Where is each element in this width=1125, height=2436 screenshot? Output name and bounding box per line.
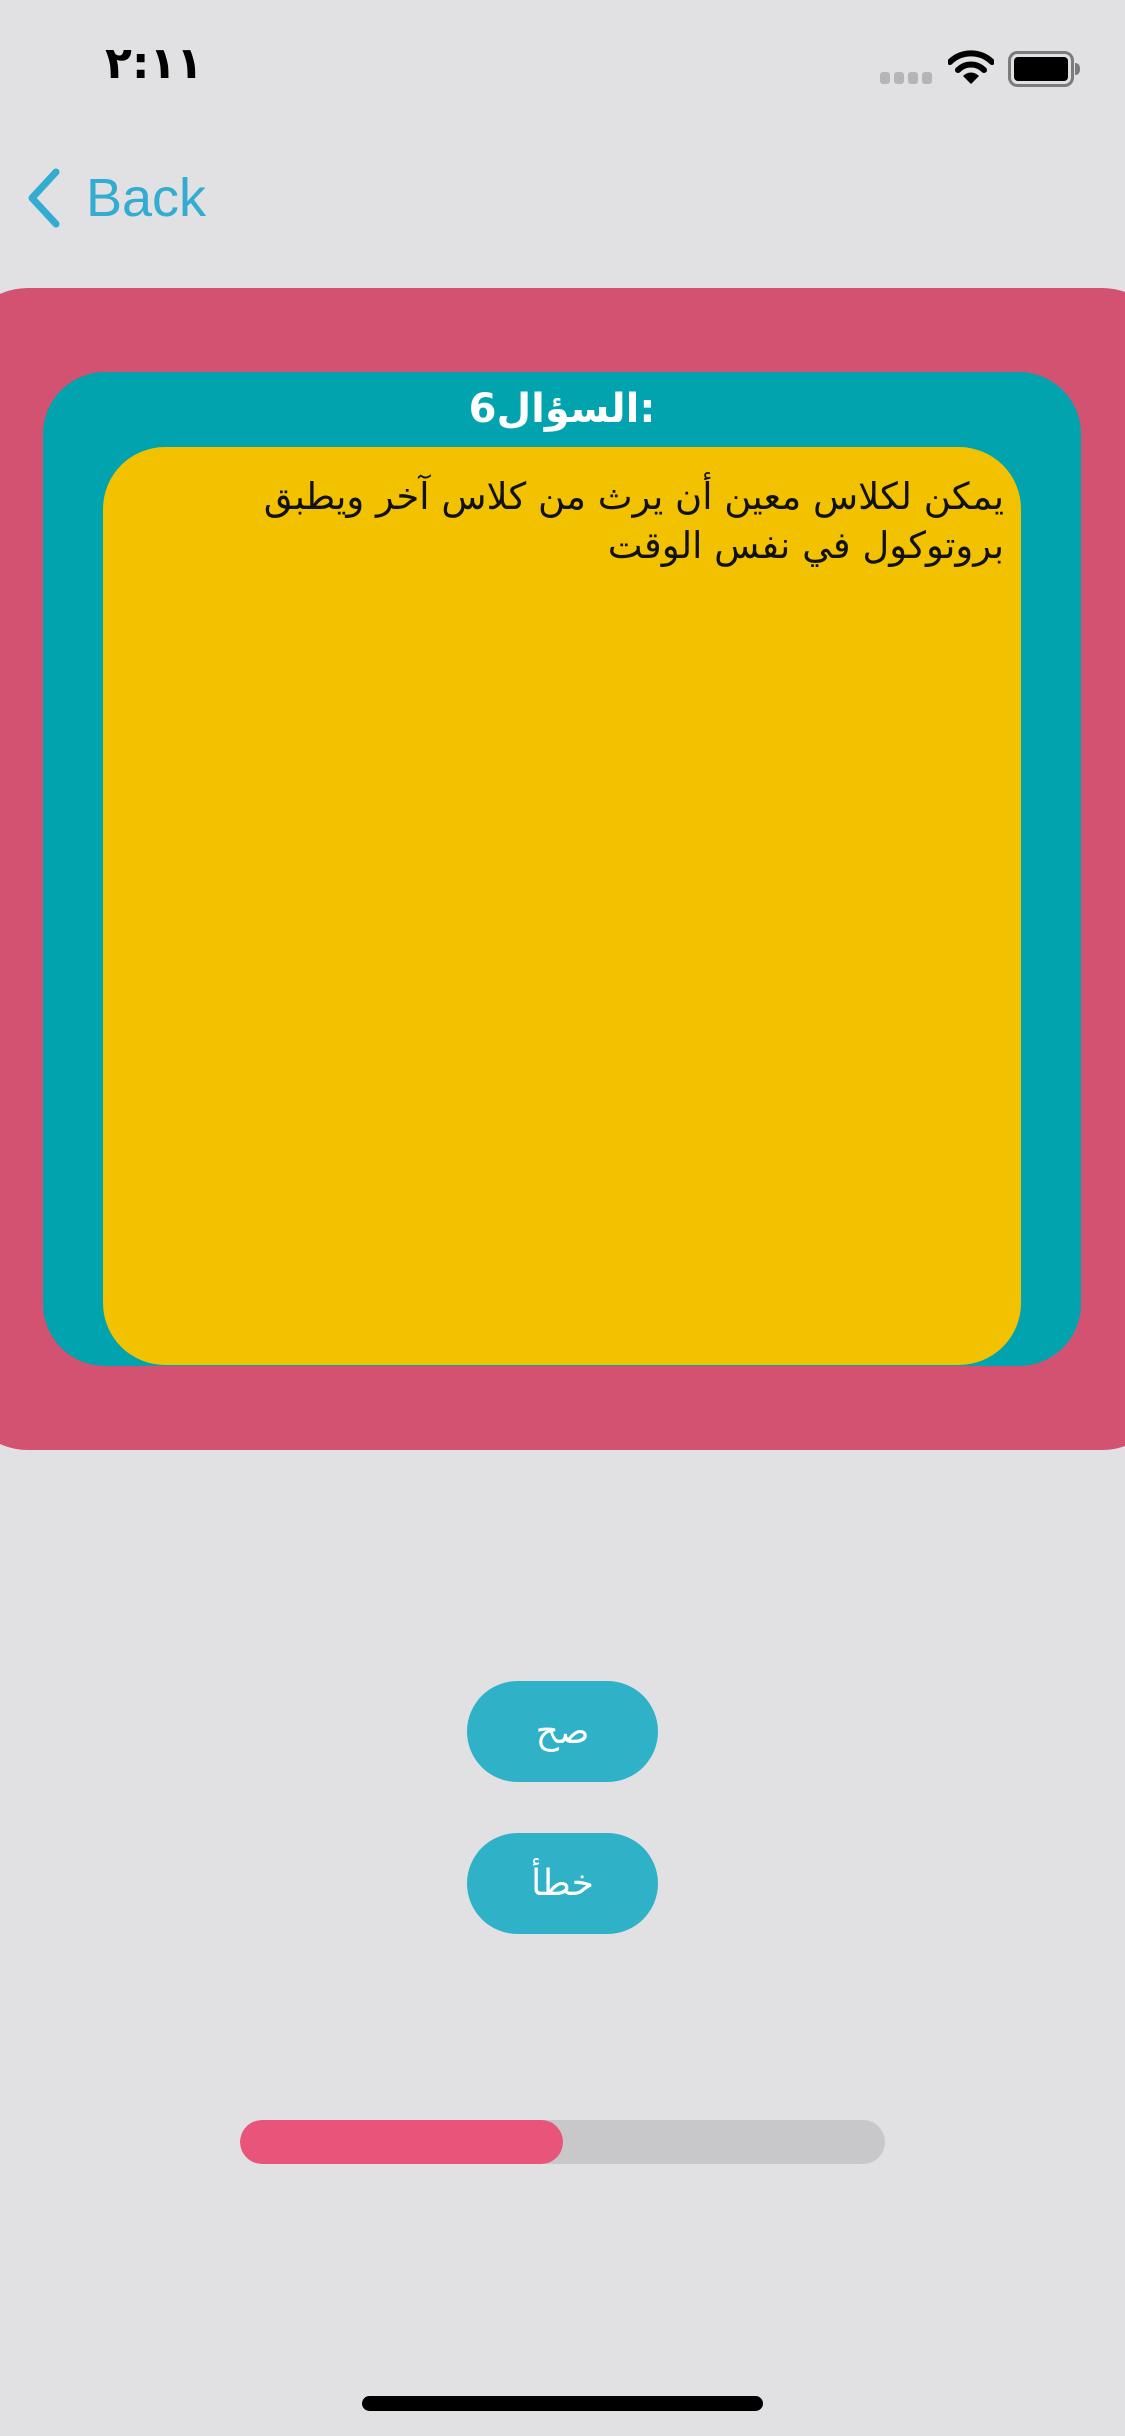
question-title: السؤال6: (468, 386, 656, 432)
wifi-icon (948, 50, 994, 84)
cellular-signal-icon (880, 72, 934, 84)
back-label: Back (86, 168, 207, 228)
battery-icon (1008, 51, 1080, 87)
home-indicator[interactable] (362, 2396, 763, 2411)
status-bar: ٢:١١ (0, 0, 1125, 132)
question-card-inner: يمكن لكلاس معين أن يرث من كلاس آخر ويطبق… (103, 447, 1021, 1365)
chevron-left-icon (28, 168, 60, 228)
true-button[interactable]: صح (467, 1681, 658, 1782)
question-text: يمكن لكلاس معين أن يرث من كلاس آخر ويطبق… (263, 475, 1004, 567)
back-button[interactable]: Back (24, 165, 206, 231)
progress-bar (240, 2120, 885, 2164)
status-time: ٢:١١ (105, 38, 204, 89)
progress-fill (240, 2120, 563, 2164)
false-button[interactable]: خطأ (467, 1833, 658, 1934)
